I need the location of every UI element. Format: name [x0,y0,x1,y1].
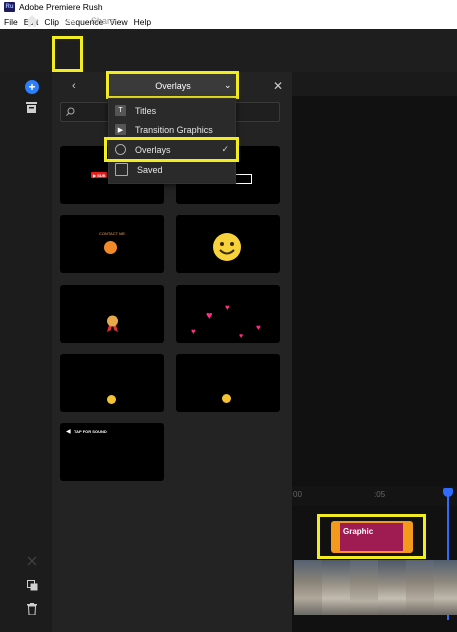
preview-header [292,72,457,96]
menu-clip[interactable]: Clip [44,17,59,27]
heart-icon: ♥ [206,310,213,322]
project-assets-icon[interactable] [26,102,37,113]
delete-x-icon[interactable] [27,556,37,566]
overlay-tile-emoji-hearteyes[interactable] [176,354,280,412]
video-frame [406,560,434,615]
title-bar: Ru Adobe Premiere Rush [0,0,457,14]
kiss-emoji-icon [107,395,116,404]
contact-circle-icon [104,241,117,254]
app-title: Adobe Premiere Rush [19,2,103,12]
speaker-icon: ◀ [66,429,71,435]
video-frame [350,560,378,615]
home-icon[interactable] [25,14,39,28]
timeline-tick-5: :05 [374,490,386,499]
menu-item-label: Overlays [135,144,171,155]
menu-file[interactable]: File [4,17,18,27]
graphic-clip-body[interactable]: Graphic [340,523,403,551]
heart-icon: ♥ [256,323,261,332]
check-icon: ✓ [221,144,229,154]
overlay-tile-emoji-kiss[interactable] [60,354,164,412]
chevron-down-icon[interactable]: ⌄ [224,80,232,91]
transition-graphics-icon: ▶ [115,124,126,135]
heart-icon: ♥ [225,303,230,312]
menu-item-titles[interactable]: T Titles [109,101,235,120]
back-chevron-icon[interactable]: ‹ [72,80,76,92]
tab-edit[interactable]: Edit [60,16,76,26]
search-icon [66,107,75,116]
tile-caption: CONTACT ME [99,231,126,236]
video-frame [322,560,350,615]
trash-icon[interactable] [27,603,37,615]
menu-help[interactable]: Help [134,17,151,27]
video-frame [434,560,457,615]
menu-item-label: Transition Graphics [135,124,213,135]
heart-eyes-emoji-icon [222,394,231,403]
titles-icon: T [115,105,126,116]
overlays-icon [115,144,126,155]
heart-icon: ♥ [239,333,244,340]
overlay-tile-medal[interactable] [60,285,164,343]
app-logo-icon: Ru [4,2,15,12]
video-frame [294,560,322,615]
graphic-clip-label: Graphic [343,527,374,536]
overlay-tile-contact[interactable]: CONTACT ME [60,215,164,273]
smiley-icon [213,233,241,261]
overlay-tile-hearts[interactable]: ♥ ♥ ♥ ♥ ♥ [176,285,280,343]
duplicate-icon[interactable] [27,580,38,591]
category-menu: T Titles ▶ Transition Graphics Overlays … [108,98,236,184]
overlay-tile-tap-for-sound[interactable]: ◀ TAP FOR SOUND [60,423,164,481]
video-frame [378,560,406,615]
saved-icon [115,163,128,176]
menu-item-label: Titles [135,105,157,116]
tile-caption: TAP FOR SOUND [74,429,107,434]
add-media-button[interactable]: + [25,80,39,94]
top-nav [0,29,457,73]
tab-share[interactable]: Share [91,16,115,26]
timeline-tick-0: 00 [293,490,302,499]
medal-icon [107,315,118,332]
menu-item-overlays[interactable]: Overlays ✓ [109,140,235,159]
tile-caption: ▶ SUB [93,173,106,178]
heart-icon: ♥ [191,327,196,336]
menu-item-saved[interactable]: Saved [109,160,235,179]
menu-item-transition-graphics[interactable]: ▶ Transition Graphics [109,120,235,139]
video-track-filmstrip[interactable] [294,560,457,615]
category-dropdown[interactable]: Overlays [110,74,236,97]
menu-item-label: Saved [137,164,163,175]
left-toolbar [0,72,52,632]
overlay-tile-smiley[interactable] [176,215,280,273]
tab-edit-underline [61,37,77,39]
close-icon[interactable]: ✕ [273,79,283,93]
